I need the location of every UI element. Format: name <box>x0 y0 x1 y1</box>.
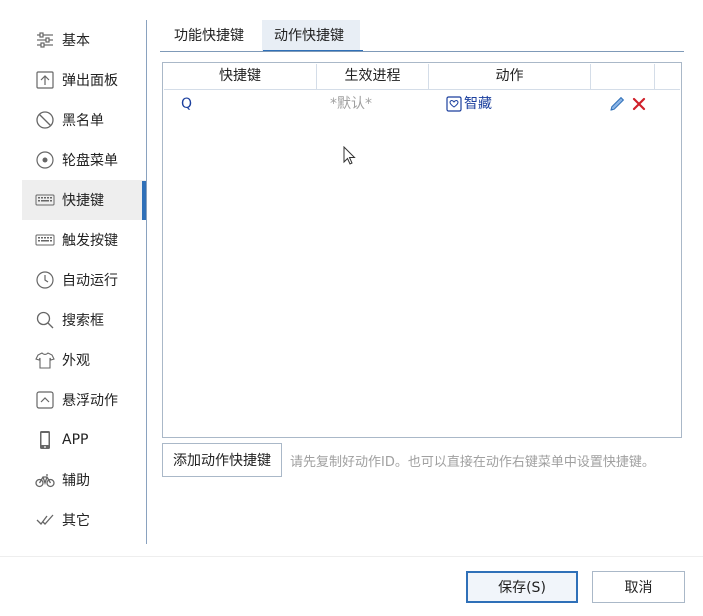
hint-text: 请先复制好动作ID。也可以直接在动作右键菜单中设置快捷键。 <box>290 455 655 470</box>
table-row[interactable]: Q *默认* 智藏 <box>164 91 664 117</box>
save-button[interactable]: 保存(S) <box>466 571 578 603</box>
sidebar-item-label: 基本 <box>62 33 90 49</box>
sidebar-item-appearance[interactable]: 外观 <box>22 340 146 380</box>
sidebar-item-popup-panel[interactable]: 弹出面板 <box>22 60 146 100</box>
sidebar-item-label: 辅助 <box>62 473 90 489</box>
sidebar-item-assist[interactable]: 辅助 <box>22 460 146 500</box>
sidebar-item-search-box[interactable]: 搜索框 <box>22 300 146 340</box>
sidebar-item-label: 其它 <box>62 513 90 529</box>
tab-action-hotkeys[interactable]: 动作快捷键 <box>262 20 360 52</box>
add-action-hotkey-button[interactable]: 添加动作快捷键 <box>162 443 282 477</box>
sidebar-divider <box>146 20 147 544</box>
mouse-cursor-icon <box>343 146 356 165</box>
sidebar-item-basic[interactable]: 基本 <box>22 20 146 60</box>
action-name: 智藏 <box>464 96 492 112</box>
sidebar-item-other[interactable]: 其它 <box>22 500 146 540</box>
sidebar-item-label: 外观 <box>62 353 90 369</box>
check-icon <box>35 510 55 530</box>
tshirt-icon <box>35 350 55 370</box>
action-icon <box>446 96 462 112</box>
sidebar-item-label: 触发按键 <box>62 233 118 249</box>
sidebar-item-label: 轮盘菜单 <box>62 153 118 169</box>
sidebar-item-label: 搜索框 <box>62 313 104 329</box>
sidebar-item-autorun[interactable]: 自动运行 <box>22 260 146 300</box>
block-icon <box>35 110 55 130</box>
float-icon <box>35 390 55 410</box>
footer-divider <box>0 556 703 557</box>
column-header-process[interactable]: 生效进程 <box>317 64 429 89</box>
keyboard-icon <box>35 190 55 210</box>
sidebar-item-wheel-menu[interactable]: 轮盘菜单 <box>22 140 146 180</box>
edit-icon[interactable] <box>608 95 626 113</box>
clock-icon <box>35 270 55 290</box>
column-header-hotkey[interactable]: 快捷键 <box>164 64 317 89</box>
table-header: 快捷键 生效进程 动作 <box>164 64 680 90</box>
sidebar-item-app[interactable]: APP <box>22 420 146 460</box>
tab-function-hotkeys[interactable]: 功能快捷键 <box>162 20 266 52</box>
tab-divider <box>160 51 684 52</box>
hotkey-table: 快捷键 生效进程 动作 Q *默认* 智藏 <box>162 62 682 438</box>
sidebar-item-float-action[interactable]: 悬浮动作 <box>22 380 146 420</box>
cell-hotkey: Q <box>181 96 193 112</box>
sidebar-item-label: 快捷键 <box>62 193 104 209</box>
delete-icon[interactable] <box>630 95 648 113</box>
phone-icon <box>35 430 55 450</box>
sidebar-item-label: 自动运行 <box>62 273 118 289</box>
popup-panel-icon <box>35 70 55 90</box>
column-header-tools <box>591 64 655 89</box>
sidebar-item-label: 黑名单 <box>62 113 104 129</box>
sidebar-item-label: 悬浮动作 <box>62 393 118 409</box>
sliders-icon <box>35 30 55 50</box>
sidebar-item-label: APP <box>62 432 89 448</box>
sidebar-item-label: 弹出面板 <box>62 73 118 89</box>
sidebar-item-hotkeys[interactable]: 快捷键 <box>22 180 146 220</box>
cell-process: *默认* <box>330 96 372 112</box>
bike-icon <box>35 470 55 490</box>
cell-action: 智藏 <box>446 91 492 117</box>
cancel-button[interactable]: 取消 <box>592 571 685 603</box>
search-icon <box>35 310 55 330</box>
sidebar-item-blacklist[interactable]: 黑名单 <box>22 100 146 140</box>
sidebar-item-trigger-keys[interactable]: 触发按键 <box>22 220 146 260</box>
sidebar: 基本 弹出面板 黑名单 轮盘菜单 快捷键 触发按键 自动运行 搜索框 外观 悬浮… <box>22 20 148 544</box>
keyboard-icon <box>35 230 55 250</box>
wheel-icon <box>35 150 55 170</box>
column-header-action[interactable]: 动作 <box>429 64 591 89</box>
